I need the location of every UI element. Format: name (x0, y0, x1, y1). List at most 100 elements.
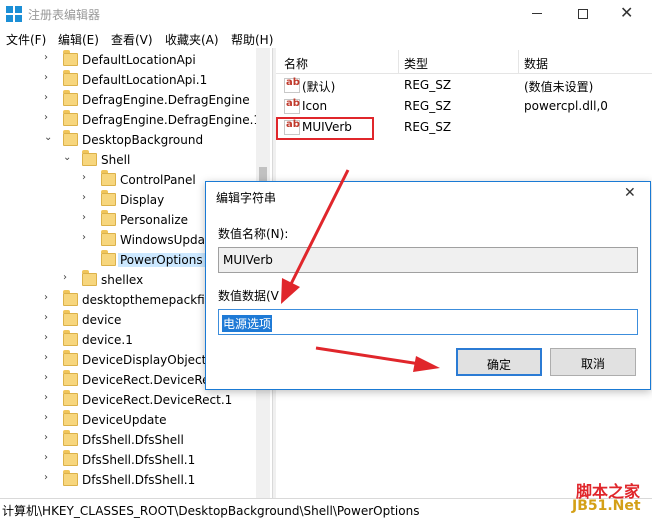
edit-string-dialog: 编辑字符串 ✕ 数值名称(N): MUIVerb 数值数据(V 电源选项 确定 … (205, 181, 651, 390)
expand-chevron-icon[interactable]: › (82, 212, 86, 223)
expand-chevron-icon[interactable]: › (44, 432, 48, 443)
folder-icon (101, 190, 116, 206)
expand-chevron-icon[interactable]: › (44, 452, 48, 463)
dialog-title: 编辑字符串 (216, 191, 277, 205)
folder-icon (63, 450, 78, 466)
expand-chevron-icon[interactable]: › (44, 72, 48, 83)
expand-chevron-icon[interactable]: › (44, 292, 48, 303)
expand-chevron-icon[interactable]: › (44, 392, 48, 403)
tree-item-label: DefragEngine.DefragEngine.1 (82, 113, 262, 127)
minimize-icon (532, 13, 542, 14)
tree-item[interactable]: › DfsShell.DfsShell (0, 430, 256, 450)
close-icon: ✕ (620, 3, 634, 22)
string-value-icon: ab (284, 98, 300, 114)
title-bar: 注册表编辑器 ✕ (0, 0, 652, 28)
tree-item-label: device.1 (82, 333, 133, 347)
expand-chevron-icon[interactable]: › (44, 312, 48, 323)
maximize-button[interactable] (560, 0, 606, 28)
expand-chevron-icon[interactable]: › (82, 172, 86, 183)
value-data: (数值未设置) (524, 80, 594, 94)
column-type[interactable]: 类型 (404, 55, 428, 72)
folder-icon (63, 370, 78, 386)
folder-icon (82, 270, 97, 286)
value-type: REG_SZ (404, 120, 452, 134)
tree-item-label: ControlPanel (120, 173, 196, 187)
tree-item[interactable]: › DefaultLocationApi.1 (0, 70, 256, 90)
expand-chevron-icon[interactable]: › (44, 92, 48, 103)
collapse-chevron-icon[interactable]: ⌄ (63, 152, 71, 163)
column-data[interactable]: 数据 (524, 55, 548, 72)
expand-chevron-icon[interactable]: › (44, 52, 48, 63)
expand-chevron-icon[interactable]: › (44, 472, 48, 483)
tree-item-label: DfsShell.DfsShell (82, 433, 184, 447)
column-name[interactable]: 名称 (284, 55, 308, 72)
tree-item-label: DeviceRect.DeviceRect (82, 373, 221, 387)
folder-icon (63, 70, 78, 86)
expand-chevron-icon[interactable]: › (82, 192, 86, 203)
tree-item[interactable]: › DefaultLocationApi (0, 50, 256, 70)
expand-chevron-icon[interactable]: › (44, 332, 48, 343)
folder-icon (63, 50, 78, 66)
menu-favorites[interactable]: 收藏夹(A) (165, 31, 219, 48)
tree-item-label: DefragEngine.DefragEngine (82, 93, 250, 107)
list-row[interactable]: ab (默认) REG_SZ (数值未设置) (276, 75, 652, 96)
folder-icon (63, 110, 78, 126)
status-path: 计算机\HKEY_CLASSES_ROOT\DesktopBackground\… (2, 504, 420, 518)
expand-chevron-icon[interactable]: › (44, 412, 48, 423)
expand-chevron-icon[interactable]: › (63, 272, 67, 283)
menu-file[interactable]: 文件(F) (6, 31, 46, 48)
tree-item-label: DeviceUpdate (82, 413, 167, 427)
tree-item[interactable]: › DefragEngine.DefragEngine (0, 90, 256, 110)
tree-item[interactable]: › DefragEngine.DefragEngine.1 (0, 110, 261, 130)
expand-chevron-icon[interactable]: › (44, 112, 48, 123)
folder-icon (63, 410, 78, 426)
value-type: REG_SZ (404, 78, 452, 92)
folder-icon (63, 350, 78, 366)
collapse-chevron-icon[interactable]: ⌄ (44, 132, 52, 143)
close-button[interactable]: ✕ (606, 0, 652, 28)
minimize-button[interactable] (514, 0, 560, 28)
expand-chevron-icon[interactable]: › (44, 352, 48, 363)
tree-item[interactable]: › DfsShell.DfsShell.1 (0, 450, 256, 470)
tree-item[interactable]: › DfsShell.DfsShell.1 (0, 470, 256, 490)
tree-item-label: Display (120, 193, 165, 207)
menu-help[interactable]: 帮助(H) (231, 31, 273, 48)
folder-icon (82, 150, 97, 166)
ok-button[interactable]: 确定 (456, 348, 542, 376)
folder-icon (63, 310, 78, 326)
maximize-icon (578, 9, 588, 19)
value-data-label: 数值数据(V (218, 289, 279, 303)
folder-icon (101, 250, 116, 266)
folder-icon (63, 390, 78, 406)
list-header: 名称 类型 数据 (276, 50, 652, 74)
menu-view[interactable]: 查看(V) (111, 31, 153, 48)
window-title: 注册表编辑器 (28, 8, 101, 22)
expand-chevron-icon[interactable]: › (44, 372, 48, 383)
regedit-icon (6, 6, 22, 22)
tree-item-label: device (82, 313, 122, 327)
tree-item[interactable]: › DeviceRect.DeviceRect.1 (0, 390, 256, 410)
dialog-close-icon[interactable]: ✕ (624, 185, 636, 201)
cancel-button[interactable]: 取消 (550, 348, 636, 376)
tree-item[interactable]: ⌄ DesktopBackground (0, 130, 256, 150)
folder-icon (101, 230, 116, 246)
value-data-input[interactable]: 电源选项 (218, 309, 638, 335)
value-type: REG_SZ (404, 99, 452, 113)
menu-edit[interactable]: 编辑(E) (58, 31, 99, 48)
tree-item-label: Shell (101, 153, 131, 167)
tree-item-label: DefaultLocationApi.1 (82, 73, 208, 87)
expand-chevron-icon[interactable]: › (82, 232, 86, 243)
value-name-label: 数值名称(N): (218, 227, 289, 241)
value-name-field: MUIVerb (218, 247, 638, 273)
tree-item[interactable]: › DeviceUpdate (0, 410, 256, 430)
annotation-highlight-box (276, 117, 374, 140)
tree-item[interactable]: ⌄ Shell (0, 150, 256, 170)
tree-item-label: desktopthemepackfile (82, 293, 216, 307)
tree-item-label: DeviceDisplayObject (82, 353, 207, 367)
folder-icon (63, 330, 78, 346)
watermark-logo: 脚本之家 JB51.Net (572, 482, 641, 514)
tree-item-label: WindowsUpdate (120, 233, 218, 247)
folder-icon (63, 290, 78, 306)
tree-item-label: DfsShell.DfsShell.1 (82, 453, 196, 467)
list-row[interactable]: ab Icon REG_SZ powercpl.dll,0 (276, 96, 652, 117)
